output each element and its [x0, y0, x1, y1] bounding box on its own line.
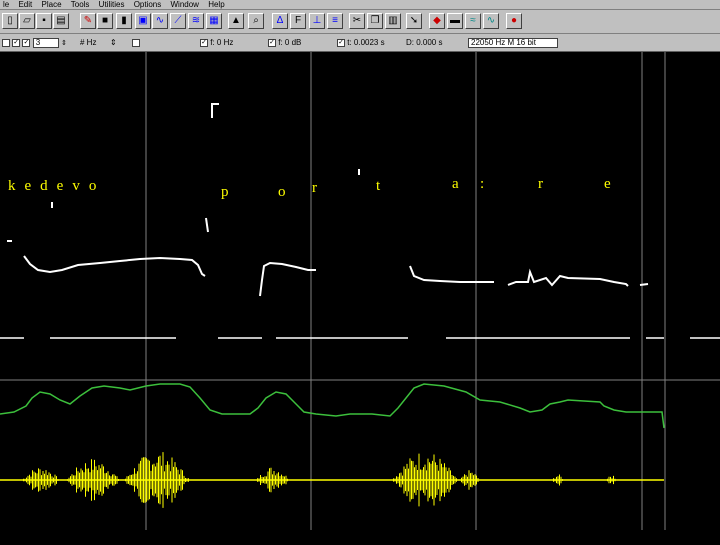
- grid: [0, 52, 720, 530]
- menu-tools[interactable]: Tools: [68, 0, 94, 9]
- save-disk-icon[interactable]: ▪: [36, 13, 52, 29]
- phoneme-label-t: t: [376, 178, 390, 194]
- speech-display[interactable]: kedevo p o r t a : r e: [0, 52, 720, 540]
- hat-icon[interactable]: ▲: [228, 13, 244, 29]
- pitch-segment-2: [259, 261, 316, 297]
- menu-place[interactable]: Place: [39, 0, 66, 9]
- menu-bar: le Edit Place Tools Utilities Options Wi…: [0, 0, 720, 10]
- pitch-segment-1: [23, 255, 206, 277]
- pitch-segment-3: [409, 265, 494, 283]
- magnifier-icon[interactable]: ⌕: [248, 13, 264, 29]
- scissors-icon[interactable]: ✂: [349, 13, 365, 29]
- pitch-icon[interactable]: ⟋: [170, 13, 186, 29]
- phoneme-label-o: o: [278, 184, 295, 200]
- copy-icon[interactable]: ❐: [367, 13, 383, 29]
- wave-icon[interactable]: ≈: [465, 13, 481, 29]
- paste-icon[interactable]: ▥: [385, 13, 401, 29]
- phoneme-label-r2: r: [538, 176, 552, 192]
- phoneme-label-colon: :: [480, 176, 494, 192]
- menu-options[interactable]: Options: [131, 0, 166, 9]
- font-icon[interactable]: F: [290, 13, 306, 29]
- pitch-contour: [23, 255, 649, 297]
- toolbar: ▯ ▱ ▪ ▤ ✎ ■ ▮ ▣ ∿ ⟋ ≋ ▦ ▲ ⌕ Δ F ⊥ ≡ ✂ ❐ …: [0, 10, 720, 34]
- zoom-icon[interactable]: ▣: [135, 13, 151, 29]
- filter-icon[interactable]: ⊥: [309, 13, 325, 29]
- phoneme-label-kedevo: kedevo: [8, 178, 106, 194]
- waveform-icon[interactable]: ∿: [152, 13, 168, 29]
- checkbox-2[interactable]: ✓: [12, 38, 21, 47]
- pitch-segment-5: [639, 283, 649, 286]
- step-label: # Hz: [80, 38, 97, 47]
- checkbox-f2[interactable]: ✓: [268, 38, 276, 47]
- phoneme-label-a: a: [452, 176, 468, 192]
- intensity-curve: [0, 383, 665, 429]
- color-palette-icon[interactable]: ●: [506, 13, 522, 29]
- t1-label: t: 0.0023 s: [347, 38, 385, 47]
- spectrum-icon-2[interactable]: ▦: [206, 13, 222, 29]
- play-icon[interactable]: ▮: [116, 13, 132, 29]
- spectrum-icon[interactable]: ≋: [188, 13, 204, 29]
- stop-icon[interactable]: ■: [97, 13, 113, 29]
- accent-mark-1: [211, 103, 219, 118]
- status-bar: ✓ ✓ 3 ⇕ # Hz ⇕ ✓ f: 0 Hz ✓ f: 0 dB ✓ t: …: [0, 34, 720, 52]
- phoneme-label-r: r: [312, 180, 326, 196]
- sample-rate-field: 22050 Hz M 16 bit: [468, 37, 558, 48]
- phoneme-label-p: p: [221, 184, 238, 200]
- formant-icon[interactable]: Δ: [272, 13, 288, 29]
- accent-marks: [7, 103, 360, 242]
- new-file-icon[interactable]: ▯: [2, 13, 18, 29]
- menu-window[interactable]: Window: [168, 0, 203, 9]
- menu-file[interactable]: le: [0, 0, 13, 9]
- status-checkboxes: ✓ ✓ 3 ⇕: [2, 37, 67, 48]
- duration-label: D: 0.000 s: [406, 38, 443, 47]
- menu-utilities[interactable]: Utilities: [96, 0, 129, 9]
- checkbox-1[interactable]: [2, 38, 10, 47]
- speaker-icon[interactable]: ◆: [429, 13, 445, 29]
- speaker-icon-2[interactable]: ▬: [447, 13, 463, 29]
- f1-label: f: 0 Hz: [210, 38, 234, 47]
- filter-icon-2[interactable]: ≡: [327, 13, 343, 29]
- checkbox-t1[interactable]: ✓: [337, 38, 345, 47]
- step-spinner-icon[interactable]: ⇕: [110, 37, 117, 48]
- print-icon[interactable]: ▤: [53, 13, 69, 29]
- pitch-segment-4: [507, 268, 629, 287]
- checkbox-f1[interactable]: ✓: [200, 38, 208, 47]
- analysis-canvas[interactable]: [0, 52, 720, 540]
- channel-spinner-icon[interactable]: ⇕: [61, 40, 67, 47]
- checkbox-3[interactable]: ✓: [22, 38, 31, 47]
- f2-label: f: 0 dB: [278, 38, 302, 47]
- accent-mark-2: [205, 217, 209, 233]
- arrow-icon[interactable]: ➘: [406, 13, 422, 29]
- menu-help[interactable]: Help: [205, 0, 228, 9]
- record-icon[interactable]: ✎: [80, 13, 96, 29]
- channel-field[interactable]: 3: [32, 37, 59, 48]
- checkbox-4[interactable]: [132, 38, 140, 47]
- open-folder-icon[interactable]: ▱: [19, 13, 35, 29]
- menu-edit[interactable]: Edit: [15, 0, 36, 9]
- phoneme-label-e: e: [604, 176, 620, 192]
- tone-icon[interactable]: ∿: [483, 13, 499, 29]
